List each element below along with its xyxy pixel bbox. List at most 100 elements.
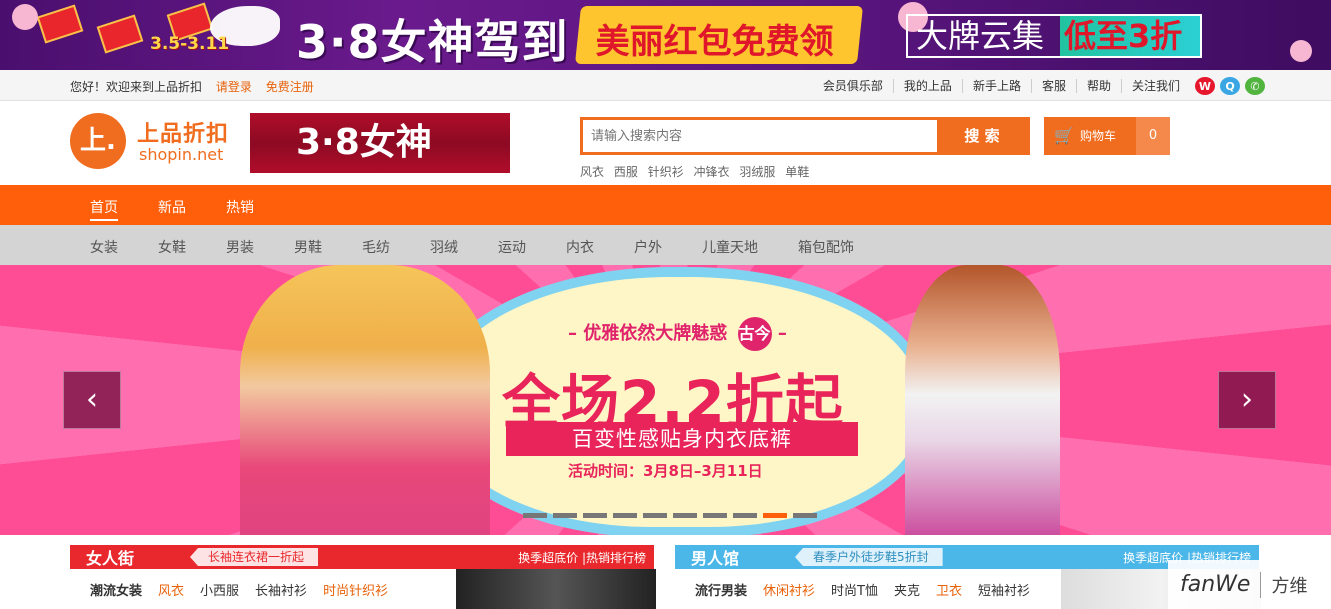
flower-icon xyxy=(1290,40,1312,62)
category-women[interactable]: 女装 xyxy=(90,237,118,257)
category-bags[interactable]: 箱包配饰 xyxy=(798,237,854,257)
carousel-dot[interactable] xyxy=(673,513,697,518)
floor-women: 女人街 长袖连衣裙一折起 换季超底价 |热销排行榜 潮流女装 风衣 小西服 长袖… xyxy=(70,545,656,609)
floor-sub-item[interactable]: 小西服 xyxy=(200,580,239,599)
promo-brand-text: 大牌云集 xyxy=(916,17,1045,55)
carousel-dot[interactable] xyxy=(763,513,787,518)
hero-subline: – 优雅依然大牌魅惑 古今 – xyxy=(568,317,787,351)
floor-link-clearance[interactable]: 换季超底价 xyxy=(518,551,578,565)
carousel-dot[interactable] xyxy=(613,513,637,518)
promo-ribbon: 美丽红包免费领 xyxy=(574,6,864,64)
logo-name[interactable]: 上品折扣 xyxy=(137,116,229,148)
site-header: 上. 上品折扣 shopin.net 3·8女神 搜 索 风衣 西服 针织衫 冲… xyxy=(0,101,1331,185)
weibo-icon[interactable]: W xyxy=(1195,77,1215,95)
floor-sub-item[interactable]: 夹克 xyxy=(894,580,920,599)
hot-keyword[interactable]: 单鞋 xyxy=(785,165,809,179)
logo-domain[interactable]: shopin.net xyxy=(139,145,223,164)
floor-sub-lead[interactable]: 流行男装 xyxy=(695,580,747,599)
hot-keyword[interactable]: 风衣 xyxy=(580,165,604,179)
logo-icon[interactable]: 上. xyxy=(70,113,126,169)
promo-dates: 3.5-3.11 xyxy=(150,34,230,54)
member-club-link[interactable]: 会员俱乐部 xyxy=(813,79,893,93)
floor-sub-lead[interactable]: 潮流女装 xyxy=(90,580,142,599)
category-underwear[interactable]: 内衣 xyxy=(566,237,594,257)
customer-service-link[interactable]: 客服 xyxy=(1030,79,1076,93)
carousel-indicators xyxy=(523,513,817,518)
category-wool[interactable]: 毛纺 xyxy=(362,237,390,257)
cart-icon: 🛒 xyxy=(1054,126,1074,145)
floor-title: 女人街 xyxy=(86,549,135,568)
hero-carousel[interactable]: – 优雅依然大牌魅惑 古今 – 全场2.2折起 百变性感贴身内衣底裤 活动时间：… xyxy=(0,265,1331,535)
cart-label: 购物车 xyxy=(1080,129,1117,143)
carousel-dot[interactable] xyxy=(553,513,577,518)
floor-link-ranking[interactable]: |热销排行榜 xyxy=(582,551,646,565)
carousel-dot[interactable] xyxy=(643,513,667,518)
floor-promo-tag[interactable]: 长袖连衣裙一折起 xyxy=(190,548,319,566)
carousel-dot[interactable] xyxy=(583,513,607,518)
follow-us-link[interactable]: 关注我们 xyxy=(1120,79,1190,93)
hot-keyword[interactable]: 冲锋衣 xyxy=(694,165,730,179)
floor-title: 男人馆 xyxy=(691,549,740,568)
hot-keyword[interactable]: 羽绒服 xyxy=(739,165,775,179)
watermark-cn-text: 方维 xyxy=(1260,571,1307,598)
carousel-next-button[interactable]: › xyxy=(1218,371,1276,429)
nav-new[interactable]: 新品 xyxy=(158,197,186,217)
floor-sub-item[interactable]: 长袖衬衫 xyxy=(255,580,307,599)
hero-model-right xyxy=(905,265,1060,535)
category-women-shoes[interactable]: 女鞋 xyxy=(158,237,186,257)
red-envelope-icon xyxy=(96,14,144,54)
welcome-text: 您好！欢迎来到上品折扣 xyxy=(70,80,203,94)
register-link[interactable]: 免费注册 xyxy=(266,80,314,94)
carousel-dot[interactable] xyxy=(703,513,727,518)
login-link[interactable]: 请登录 xyxy=(216,80,252,94)
hot-keywords: 风衣 西服 针织衫 冲锋衣 羽绒服 单鞋 xyxy=(580,163,815,180)
nav-hot[interactable]: 热销 xyxy=(226,197,254,217)
newbie-guide-link[interactable]: 新手上路 xyxy=(961,79,1031,93)
category-men-shoes[interactable]: 男鞋 xyxy=(294,237,322,257)
my-shopin-link[interactable]: 我的上品 xyxy=(892,79,962,93)
red-envelope-icon xyxy=(36,4,84,44)
category-down[interactable]: 羽绒 xyxy=(430,237,458,257)
floor-sub-item[interactable]: 短袖衬衫 xyxy=(978,580,1030,599)
cart-button[interactable]: 🛒 购物车 0 xyxy=(1044,117,1170,155)
watermark-logo-text: fanWe xyxy=(1180,572,1251,597)
carousel-dot[interactable] xyxy=(793,513,817,518)
hot-keyword[interactable]: 西服 xyxy=(614,165,638,179)
category-men[interactable]: 男装 xyxy=(226,237,254,257)
floor-links: 换季超底价 |热销排行榜 xyxy=(518,549,646,566)
nav-home[interactable]: 首页 xyxy=(90,197,118,221)
hero-model-left xyxy=(240,265,490,535)
wechat-icon[interactable]: ✆ xyxy=(1245,77,1265,95)
hero-badge: 古今 xyxy=(737,317,772,351)
hot-keyword[interactable]: 针织衫 xyxy=(648,165,684,179)
carousel-dot[interactable] xyxy=(523,513,547,518)
header-ad-banner[interactable]: 3·8女神 xyxy=(250,113,510,173)
floor-product-image[interactable] xyxy=(456,569,656,609)
carousel-prev-button[interactable]: ‹ xyxy=(63,371,121,429)
cart-count: 0 xyxy=(1136,117,1170,155)
floor-sub-item[interactable]: 时尚T恤 xyxy=(831,580,878,599)
category-sports[interactable]: 运动 xyxy=(498,237,526,257)
floor-sub-item[interactable]: 卫衣 xyxy=(936,580,962,599)
promo-ribbon-text: 美丽红包免费领 xyxy=(595,22,834,62)
floor-sub-item[interactable]: 休闲衬衫 xyxy=(763,580,815,599)
promo-banner[interactable]: 3.5-3.11 3·8女神驾到 美丽红包免费领 大牌云集 低至3折 xyxy=(0,0,1331,70)
promo-brand-box: 大牌云集 低至3折 xyxy=(906,14,1202,58)
promo-title: 3·8女神驾到 xyxy=(296,15,569,69)
floor-sub-item[interactable]: 风衣 xyxy=(158,580,184,599)
hero-subline-end: – xyxy=(777,323,787,344)
floor-sub-item[interactable]: 时尚针织衫 xyxy=(323,580,388,599)
carousel-dot[interactable] xyxy=(733,513,757,518)
category-kids[interactable]: 儿童天地 xyxy=(702,237,758,257)
hero-bar-text: 百变性感贴身内衣底裤 xyxy=(506,422,858,456)
top-utility-bar: 您好！欢迎来到上品折扣 请登录 免费注册 会员俱乐部 我的上品 新手上路 客服 … xyxy=(0,70,1331,101)
search-box: 搜 索 xyxy=(580,117,1030,155)
category-outdoor[interactable]: 户外 xyxy=(634,237,662,257)
search-button[interactable]: 搜 索 xyxy=(937,120,1027,152)
help-link[interactable]: 帮助 xyxy=(1075,79,1121,93)
promo-discount-text: 低至3折 xyxy=(1060,16,1200,56)
hero-subline-text: – 优雅依然大牌魅惑 xyxy=(568,323,728,344)
floor-promo-tag[interactable]: 春季户外徒步鞋5折封 xyxy=(795,548,943,566)
search-input[interactable] xyxy=(583,120,937,152)
tencent-weibo-icon[interactable]: Q xyxy=(1220,77,1240,95)
